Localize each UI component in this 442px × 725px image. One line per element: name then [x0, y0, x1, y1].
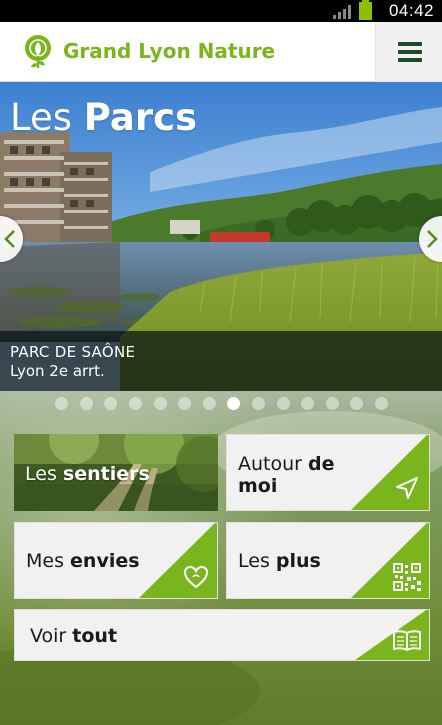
page-dot-active[interactable]: [227, 397, 240, 410]
app-header: Grand Lyon Nature: [0, 22, 442, 82]
tile-label: Voir tout: [30, 625, 118, 647]
page-dot[interactable]: [178, 397, 191, 410]
logo-leaf-icon: [25, 35, 51, 68]
battery-icon: [359, 0, 372, 20]
tile-voir-tout[interactable]: Voir tout: [14, 609, 430, 661]
hamburger-menu-icon: [398, 42, 422, 46]
book-icon: [393, 630, 421, 651]
page-dot[interactable]: [129, 397, 142, 410]
home-menu: Les sentiers Autour de moi Mes envies Le…: [0, 391, 442, 725]
tile-label: Autour de moi: [238, 453, 335, 497]
page-dot[interactable]: [104, 397, 117, 410]
page-dot[interactable]: [80, 397, 93, 410]
page-dot[interactable]: [252, 397, 265, 410]
clock: 04:42: [388, 1, 434, 20]
tile-label: Les sentiers: [25, 463, 150, 485]
tile-label: Mes envies: [26, 550, 140, 572]
menu-button[interactable]: [375, 22, 442, 82]
hero-title: Les Parcs: [10, 96, 197, 139]
park-name: PARC DE SAÔNE: [10, 343, 136, 361]
page-dot[interactable]: [375, 397, 388, 410]
chevron-right-icon: [427, 230, 438, 248]
page-dot[interactable]: [301, 397, 314, 410]
tile-les-sentiers[interactable]: Les sentiers: [14, 434, 218, 511]
tile-label: Les plus: [238, 550, 321, 572]
hero-carousel[interactable]: Les Parcs PARC DE SAÔNE Lyon 2e arrt.: [0, 82, 442, 391]
status-bar: 04:42: [0, 0, 442, 22]
hero-title-light: Les: [10, 96, 73, 139]
qr-code-icon: [393, 563, 421, 591]
page-dot[interactable]: [203, 397, 216, 410]
park-location: Lyon 2e arrt.: [10, 362, 105, 380]
hero-title-bold: Parcs: [83, 96, 198, 139]
tile-mes-envies[interactable]: Mes envies: [14, 522, 218, 599]
app-title: Grand Lyon Nature: [63, 39, 276, 63]
tile-autour-de-moi[interactable]: Autour de moi: [226, 434, 430, 511]
signal-icon: [333, 5, 351, 19]
tile-les-plus[interactable]: Les plus: [226, 522, 430, 599]
slide-caption[interactable]: PARC DE SAÔNE Lyon 2e arrt.: [0, 331, 442, 391]
heart-icon: [183, 565, 209, 589]
page-dot[interactable]: [55, 397, 68, 410]
chevron-left-icon: [4, 230, 15, 248]
page-dot[interactable]: [326, 397, 339, 410]
page-dot[interactable]: [154, 397, 167, 410]
carousel-pagination[interactable]: [0, 397, 442, 411]
page-dot[interactable]: [277, 397, 290, 410]
page-dot[interactable]: [350, 397, 363, 410]
location-arrow-icon: [396, 477, 418, 499]
